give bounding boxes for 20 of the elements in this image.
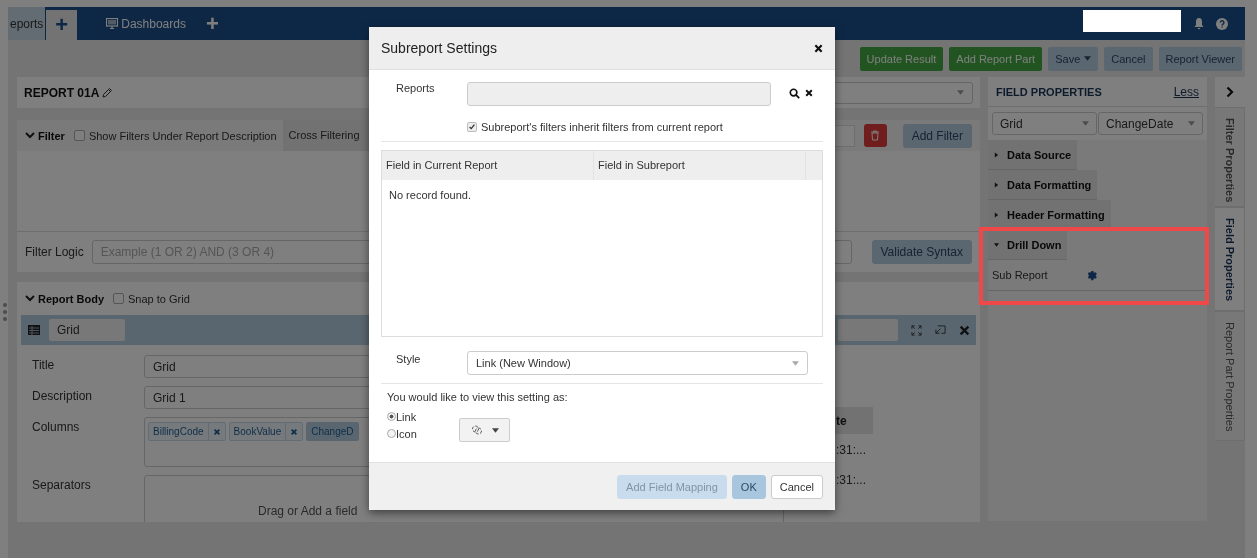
filter-logic-label: Filter Logic: [25, 245, 84, 259]
view-prompt: You would like to view this setting as:: [386, 391, 569, 403]
field-label: Title: [32, 357, 56, 374]
field-label: Separators: [32, 477, 92, 494]
dialog-title: Subreport Settings: [381, 40, 497, 56]
checkbox-label: Show Filters Under Report Description: [88, 129, 277, 142]
empty-message: No record found.: [388, 188, 472, 203]
style-label: Style: [395, 352, 422, 365]
panel-title: FIELD PROPERTIES: [996, 85, 1102, 98]
reports-label: Reports: [395, 81, 436, 94]
checkbox-label: Snap to Grid: [128, 292, 190, 305]
field-label: Description: [32, 388, 94, 405]
checkbox-label: Subreport's filters inherit filters from current report: [481, 121, 723, 133]
report-title: REPORT 01A: [24, 85, 100, 100]
column-header: Field in Subreport: [594, 151, 806, 180]
table-cell-text: :31:...: [835, 442, 868, 459]
table-cell-text: :31:...: [835, 472, 868, 489]
property-label: Sub Report: [992, 269, 1048, 281]
field-label: Columns: [32, 419, 81, 436]
column-header: Field in Current Report: [382, 151, 594, 180]
